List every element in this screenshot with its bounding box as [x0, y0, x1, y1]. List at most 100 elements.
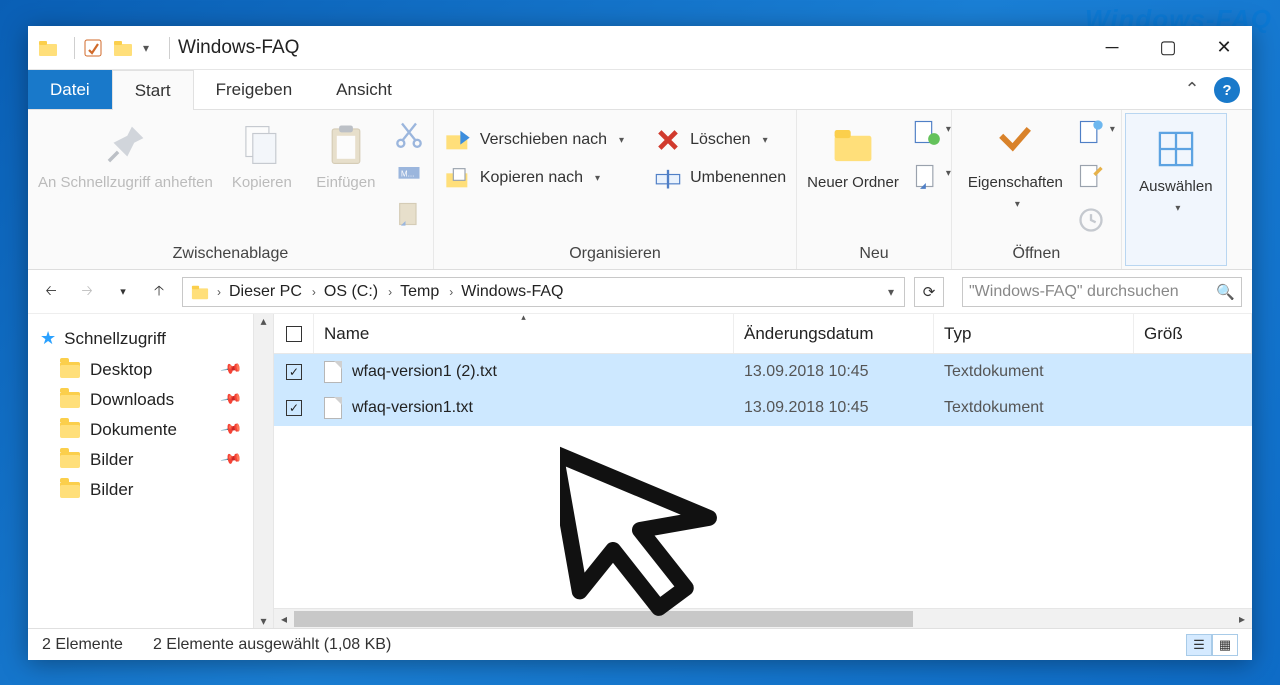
new-item-icon[interactable]: ▾ [913, 118, 941, 146]
select-label: Auswählen [1139, 178, 1212, 197]
organize-group-label: Organisieren [569, 243, 661, 267]
clipboard-group-label: Zwischenablage [173, 243, 289, 267]
svg-text:M...: M... [401, 169, 415, 178]
edit-icon[interactable] [1077, 162, 1105, 190]
ribbon-tabs: Datei Start Freigeben Ansicht ⌃ ? [28, 70, 1252, 110]
paste-button[interactable]: Einfügen [311, 116, 381, 193]
horizontal-scrollbar[interactable]: ◂ ▸ [274, 608, 1252, 628]
header-size[interactable]: Größ [1134, 314, 1252, 353]
copy-label: Kopieren [232, 174, 292, 193]
minimize-button[interactable]: ─ [1084, 26, 1140, 70]
copy-button[interactable]: Kopieren [227, 116, 297, 193]
view-details-button[interactable]: ☰ [1186, 634, 1212, 656]
tab-view[interactable]: Ansicht [314, 70, 414, 109]
search-icon[interactable]: 🔍 [1216, 283, 1235, 301]
view-thumbnails-button[interactable]: ▦ [1212, 634, 1238, 656]
address-bar[interactable]: › Dieser PC› OS (C:)› Temp› Windows-FAQ … [182, 277, 905, 307]
search-box[interactable]: "Windows-FAQ" durchsuchen 🔍 [962, 277, 1242, 307]
content-area: ★ Schnellzugriff Desktop📌 Downloads📌 Dok… [28, 314, 1252, 628]
open-icon[interactable]: ▾ [1077, 118, 1105, 146]
cut-icon[interactable] [395, 120, 423, 148]
search-placeholder: "Windows-FAQ" durchsuchen [969, 283, 1216, 301]
help-button[interactable]: ? [1214, 77, 1240, 103]
qat-properties-icon[interactable] [83, 38, 103, 58]
properties-icon [992, 122, 1038, 168]
sidebar-item-quick-access[interactable]: ★ Schnellzugriff [36, 322, 249, 355]
breadcrumb-item[interactable]: Windows-FAQ [461, 283, 563, 301]
easy-access-icon[interactable]: ▾ [913, 162, 941, 190]
folder-icon [38, 38, 58, 58]
column-headers: ▴Name Änderungsdatum Typ Größ [274, 314, 1252, 354]
maximize-button[interactable]: ▢ [1140, 26, 1196, 70]
open-group-label: Öffnen [1013, 243, 1061, 267]
copy-to-button[interactable]: Kopieren nach▾ [444, 164, 624, 192]
qat-dropdown-icon[interactable]: ▾ [143, 41, 149, 55]
header-date[interactable]: Änderungsdatum [734, 314, 934, 353]
history-dropdown-icon[interactable]: ▾ [110, 279, 136, 305]
delete-icon [654, 126, 682, 154]
sidebar-item-downloads[interactable]: Downloads📌 [36, 385, 249, 415]
select-button[interactable]: Auswählen ▾ [1139, 120, 1212, 214]
copy-to-icon [444, 164, 472, 192]
delete-button[interactable]: Löschen▾ [654, 126, 786, 154]
sidebar-item-pictures-2[interactable]: Bilder [36, 475, 249, 505]
properties-button[interactable]: Eigenschaften ▾ [968, 116, 1063, 210]
paste-icon [323, 122, 369, 168]
header-checkbox[interactable] [274, 314, 314, 353]
address-folder-icon [191, 283, 209, 301]
tab-share[interactable]: Freigeben [194, 70, 315, 109]
paste-label: Einfügen [316, 174, 375, 193]
select-icon [1153, 126, 1199, 172]
breadcrumb-item[interactable]: OS (C:)› [324, 283, 392, 301]
tab-start[interactable]: Start [112, 70, 194, 110]
pin-to-quick-access-button[interactable]: An Schnellzugriff anheften [38, 116, 213, 193]
move-to-label: Verschieben nach [480, 131, 607, 149]
explorer-window: ▾ Windows-FAQ ─ ▢ ✕ Datei Start Freigebe… [28, 26, 1252, 660]
pin-label: An Schnellzugriff anheften [38, 174, 213, 193]
copy-path-icon[interactable]: M... [395, 160, 423, 188]
sort-asc-icon: ▴ [521, 312, 526, 323]
breadcrumb-item[interactable]: Temp› [400, 283, 453, 301]
tab-file[interactable]: Datei [28, 70, 112, 109]
table-row[interactable]: ✓ wfaq-version1 (2).txt 13.09.2018 10:45… [274, 354, 1252, 390]
paste-shortcut-icon[interactable] [395, 200, 423, 228]
new-group-label: Neu [859, 243, 888, 267]
address-dropdown-icon[interactable]: ▾ [884, 285, 898, 299]
header-type[interactable]: Typ [934, 314, 1134, 353]
scroll-right-icon[interactable]: ▸ [1232, 612, 1252, 626]
sidebar-item-pictures[interactable]: Bilder📌 [36, 445, 249, 475]
close-button[interactable]: ✕ [1196, 26, 1252, 70]
ribbon: An Schnellzugriff anheften Kopieren Einf… [28, 110, 1252, 270]
rename-button[interactable]: Umbenennen [654, 164, 786, 192]
nav-scrollbar[interactable]: ▴▾ [253, 314, 273, 628]
new-folder-button[interactable]: Neuer Ordner [807, 116, 899, 193]
collapse-ribbon-icon[interactable]: ⌃ [1174, 70, 1210, 109]
sidebar-item-desktop[interactable]: Desktop📌 [36, 355, 249, 385]
rename-label: Umbenennen [690, 169, 786, 187]
pin-icon [102, 122, 148, 168]
copy-icon [239, 122, 285, 168]
folder-icon [60, 482, 80, 498]
refresh-button[interactable]: ⟳ [914, 277, 944, 307]
table-row[interactable]: ✓ wfaq-version1.txt 13.09.2018 10:45 Tex… [274, 390, 1252, 426]
qat-separator [74, 37, 75, 59]
sidebar-item-documents[interactable]: Dokumente📌 [36, 415, 249, 445]
delete-label: Löschen [690, 131, 751, 149]
new-folder-icon [830, 122, 876, 168]
up-button[interactable]: 🡡 [146, 279, 172, 305]
header-name[interactable]: ▴Name [314, 314, 734, 353]
text-file-icon [324, 397, 342, 419]
forward-button[interactable]: 🡢 [74, 279, 100, 305]
row-checkbox[interactable]: ✓ [286, 364, 302, 380]
breadcrumb-item[interactable]: Dieser PC› [229, 283, 316, 301]
history-icon[interactable] [1077, 206, 1105, 234]
folder-icon [60, 452, 80, 468]
pin-icon: 📌 [219, 386, 248, 413]
row-checkbox[interactable]: ✓ [286, 400, 302, 416]
qat-folder-icon[interactable] [113, 38, 133, 58]
back-button[interactable]: 🡠 [38, 279, 64, 305]
titlebar[interactable]: ▾ Windows-FAQ ─ ▢ ✕ [28, 26, 1252, 70]
scroll-left-icon[interactable]: ◂ [274, 612, 294, 626]
chevron-right-icon[interactable]: › [217, 285, 221, 299]
move-to-button[interactable]: Verschieben nach▾ [444, 126, 624, 154]
